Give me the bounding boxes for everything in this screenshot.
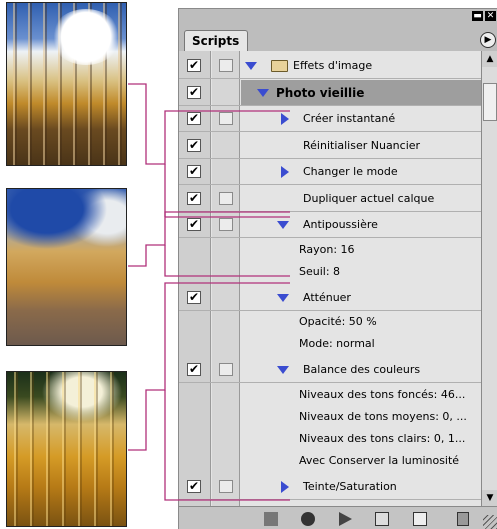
connector-lines [128, 83, 290, 501]
